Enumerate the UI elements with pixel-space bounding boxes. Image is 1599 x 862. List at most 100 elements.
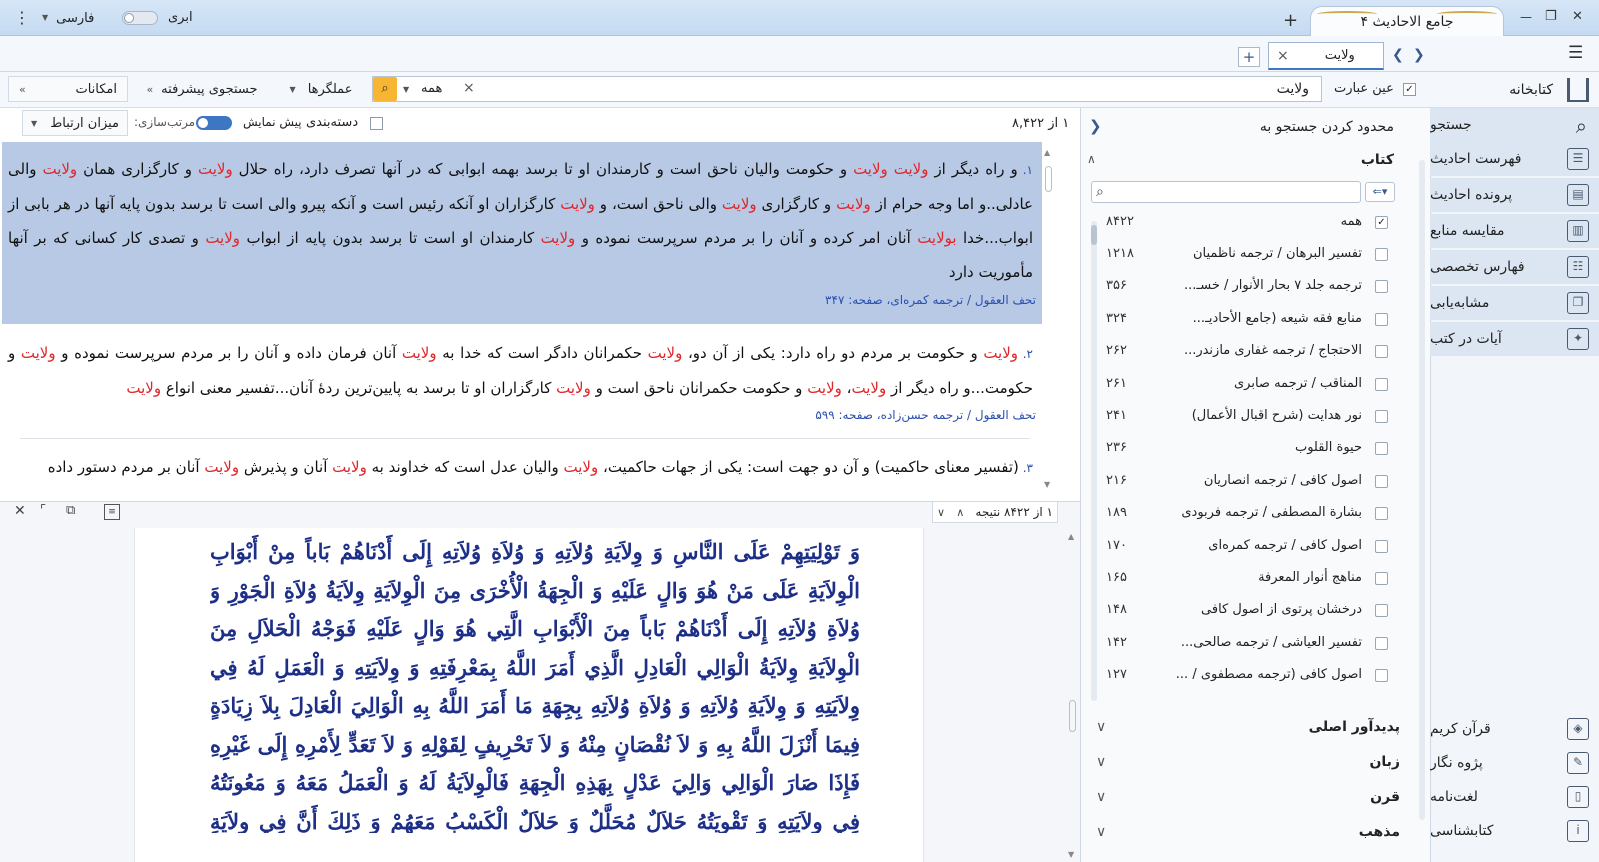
nav-item-list[interactable]: فهرست احادیث ☰	[1430, 142, 1599, 176]
collapse-panel-icon[interactable]: ❯	[1089, 119, 1102, 134]
tab-close-icon[interactable]: ×	[1277, 48, 1289, 64]
more-menu-icon[interactable]: ⋮	[14, 10, 30, 26]
checkbox[interactable]	[1375, 604, 1388, 618]
add-tab-button[interactable]: +	[1238, 47, 1260, 67]
minimize-icon[interactable]: —	[1520, 11, 1532, 23]
checkbox[interactable]	[1375, 345, 1388, 359]
book-item[interactable]: حیوة القلوب ۲۳۶	[1094, 433, 1394, 465]
split-view-icon[interactable]: ⧉	[66, 504, 75, 517]
result-2-source[interactable]: تحف العقول / ترجمه حسن‌زاده، صفحه: ۵۹۹	[815, 408, 1036, 422]
nav-search[interactable]: جستجو ⌕	[1430, 108, 1599, 142]
search-icon: ⌕	[1575, 114, 1587, 138]
book-name: اصول کافی (ترجمه مصطفوی / ...	[1175, 667, 1362, 683]
book-name: الاحتجاج / ترجمه غفاری مازندر...	[1183, 343, 1362, 359]
features-button[interactable]: امکانات »	[8, 76, 128, 102]
hamburger-menu-icon[interactable]: ☰	[1568, 45, 1583, 62]
language-select[interactable]: ▼ فارسی	[42, 9, 108, 27]
file-icon: ▤	[1567, 184, 1589, 206]
book-item[interactable]: بشارة المصطفی / ترجمه فربودی ۱۸۹	[1094, 498, 1394, 530]
book-item[interactable]: منابع فقه شیعه (جامع الأحادیـ... ۳۲۴	[1094, 304, 1394, 336]
pin-icon[interactable]: ⌜	[40, 504, 46, 517]
preview-toggle[interactable]	[196, 116, 232, 130]
book-item[interactable]: ترجمه جلد ۷ بحار الأنوار / خسـ... ۳۵۶	[1094, 271, 1394, 303]
book-item[interactable]: المناقب / ترجمه صابری ۲۶۱	[1094, 369, 1394, 401]
book-search-input[interactable]: ⌕	[1091, 181, 1361, 203]
checkbox[interactable]	[1375, 248, 1388, 261]
checkbox[interactable]	[1375, 507, 1388, 521]
book-count: ۱۷۰	[1106, 537, 1127, 553]
nav-item-dictionary[interactable]: لغت‌نامه ▯	[1430, 780, 1599, 814]
books-label: کتاب	[1360, 152, 1394, 168]
operators-dropdown[interactable]: عملگرها ▼	[276, 76, 366, 102]
chevron-down-icon[interactable]: ▼	[403, 85, 409, 94]
checkbox[interactable]	[1375, 442, 1388, 456]
nav-item-info[interactable]: کتابشناسی i	[1430, 814, 1599, 848]
nav-item-similar[interactable]: مشابه‌یابی ❐	[1430, 286, 1599, 320]
checkbox[interactable]	[1375, 572, 1388, 585]
similar-icon: ❐	[1567, 292, 1589, 314]
checkbox[interactable]	[1375, 539, 1388, 553]
book-item-all[interactable]: ✓ همه ۸۴۲۲	[1094, 207, 1394, 239]
scope-select-label[interactable]: همه	[421, 81, 442, 96]
select-mode-icon[interactable]: ⇐▾	[1365, 182, 1395, 202]
exact-phrase-checkbox[interactable]: ✓	[1403, 83, 1416, 96]
results-scrollbar[interactable]: ▲ ▼	[1044, 148, 1052, 489]
result-1-source[interactable]: تحف العقول / ترجمه کمره‌ای، صفحه: ۳۴۷	[825, 293, 1036, 307]
nav-item-index[interactable]: فهارس تخصصی ☷	[1430, 250, 1599, 284]
book-item[interactable]: اصول کافی / ترجمه انصاریان ۲۱۶	[1094, 466, 1394, 498]
tab-velayat[interactable]: × ولایت	[1268, 42, 1384, 70]
book-item[interactable]: تفسیر العیاشی / ترجمه صالحی... ۱۴۲	[1094, 628, 1394, 660]
checkbox[interactable]	[1375, 312, 1388, 326]
library-button[interactable]: کتابخانه	[1430, 72, 1599, 107]
back-icon[interactable]: ❮	[1392, 48, 1404, 62]
book-item[interactable]: نور هدایت (شرح اقبال الأعمال) ۲۴۱	[1094, 401, 1394, 433]
chevron-up-icon[interactable]: ∧	[1087, 153, 1096, 165]
book-item[interactable]: تفسیر البرهان / ترجمه ناظمیان ۱۲۱۸	[1094, 239, 1394, 271]
advanced-search-button[interactable]: جستجوی پیشرفته »	[137, 76, 267, 102]
nav-item-compare[interactable]: مقایسه منابع ▥	[1430, 214, 1599, 248]
search-input[interactable]: ولایت × همه ▼ ⌕	[372, 76, 1322, 102]
checkbox[interactable]	[1375, 377, 1388, 391]
nav-item-note[interactable]: پژوه نگار ✎	[1430, 746, 1599, 780]
checkbox[interactable]	[1375, 669, 1388, 683]
nav-item-file[interactable]: پرونده احادیث ▤	[1430, 178, 1599, 212]
close-icon[interactable]: ✕	[1572, 10, 1583, 23]
app-title: جامع الاحادیث ۴	[1360, 13, 1454, 30]
chevron-up-icon[interactable]: ∧	[956, 506, 964, 519]
nav-item-label: فهرست احادیث	[1430, 151, 1522, 167]
sort-select[interactable]: میزان ارتباط ▼	[22, 110, 128, 136]
checkbox[interactable]	[1375, 474, 1388, 488]
book-item[interactable]: اصول کافی (ترجمه مصطفوی / ... ۱۲۷	[1094, 660, 1394, 692]
book-name: اصول کافی / ترجمه کمره‌ای	[1208, 537, 1362, 553]
detail-scrollbar[interactable]: ▲ ▼	[1068, 532, 1078, 862]
checkbox[interactable]: ✓	[1375, 216, 1388, 229]
filter-scrollbar[interactable]	[1419, 160, 1425, 820]
grouping-checkbox[interactable]	[370, 117, 383, 130]
filter-section[interactable]: پدیدآور اصلی ∨	[1090, 711, 1410, 745]
sort-prefix: مرتب‌سازی:	[134, 115, 196, 129]
nav-item-verses[interactable]: آیات در کتب ✦	[1430, 322, 1599, 356]
result-navigator[interactable]: ∨ ۱ از ۸۴۲۲ نتیجه ∧	[932, 501, 1058, 523]
checkbox[interactable]	[1375, 410, 1388, 423]
new-window-button[interactable]: +	[1283, 12, 1298, 30]
clear-search-icon[interactable]: ×	[463, 80, 475, 96]
filter-section[interactable]: مذهب ∨	[1090, 816, 1410, 850]
forward-icon[interactable]: ❯	[1413, 48, 1425, 62]
app-title-tab[interactable]: جامع الاحادیث ۴	[1310, 6, 1504, 36]
chevron-down-icon[interactable]: ∨	[937, 506, 945, 519]
book-item[interactable]: اصول کافی / ترجمه کمره‌ای ۱۷۰	[1094, 531, 1394, 563]
book-item[interactable]: الاحتجاج / ترجمه غفاری مازندر... ۲۶۲	[1094, 336, 1394, 368]
nav-item-quran[interactable]: قرآن کریم ◈	[1430, 712, 1599, 746]
document-view-icon[interactable]: ≡	[104, 504, 120, 520]
restore-icon[interactable]: ❐	[1545, 10, 1557, 23]
book-count: ۱۲۷	[1106, 667, 1127, 683]
book-item[interactable]: درخشان پرتوی از اصول کافی ۱۴۸	[1094, 595, 1394, 627]
search-icon[interactable]: ⌕	[373, 77, 397, 101]
book-item[interactable]: مناهج أنوار المعرفة ۱۶۵	[1094, 563, 1394, 595]
checkbox[interactable]	[1375, 636, 1388, 650]
theme-toggle[interactable]	[122, 11, 158, 25]
filter-section[interactable]: قرن ∨	[1090, 781, 1410, 815]
close-icon[interactable]: ✕	[14, 504, 26, 518]
checkbox[interactable]	[1375, 280, 1388, 294]
filter-section[interactable]: زبان ∨	[1090, 746, 1410, 780]
